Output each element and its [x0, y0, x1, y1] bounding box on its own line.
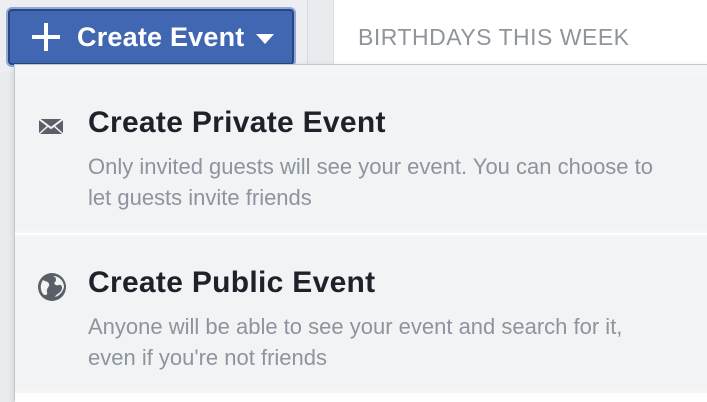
top-bar: Create Event BIRTHDAYS THIS WEEK — [0, 0, 707, 72]
caret-down-icon — [256, 33, 275, 44]
menu-item-description: Anyone will be able to see your event an… — [88, 314, 623, 370]
globe-icon — [37, 272, 66, 301]
menu-item-title: Create Public Event — [88, 266, 376, 299]
create-event-dropdown: Create Private Event Only invited guests… — [14, 64, 707, 402]
envelope-icon — [37, 112, 65, 140]
menu-divider — [15, 233, 707, 235]
birthdays-title: BIRTHDAYS THIS WEEK — [358, 24, 630, 50]
menu-item-create-private-event[interactable]: Create Private Event Only invited guests… — [15, 77, 707, 231]
plus-icon — [32, 23, 60, 51]
menu-item-title: Create Private Event — [88, 106, 386, 139]
menu-item-create-public-event[interactable]: Create Public Event Anyone will be able … — [15, 237, 707, 391]
birthdays-panel: BIRTHDAYS THIS WEEK — [333, 0, 707, 72]
create-event-label: Create Event — [77, 21, 245, 52]
menu-item-description: Only invited guests will see your event.… — [88, 154, 654, 210]
create-event-button[interactable]: Create Event — [8, 9, 294, 65]
